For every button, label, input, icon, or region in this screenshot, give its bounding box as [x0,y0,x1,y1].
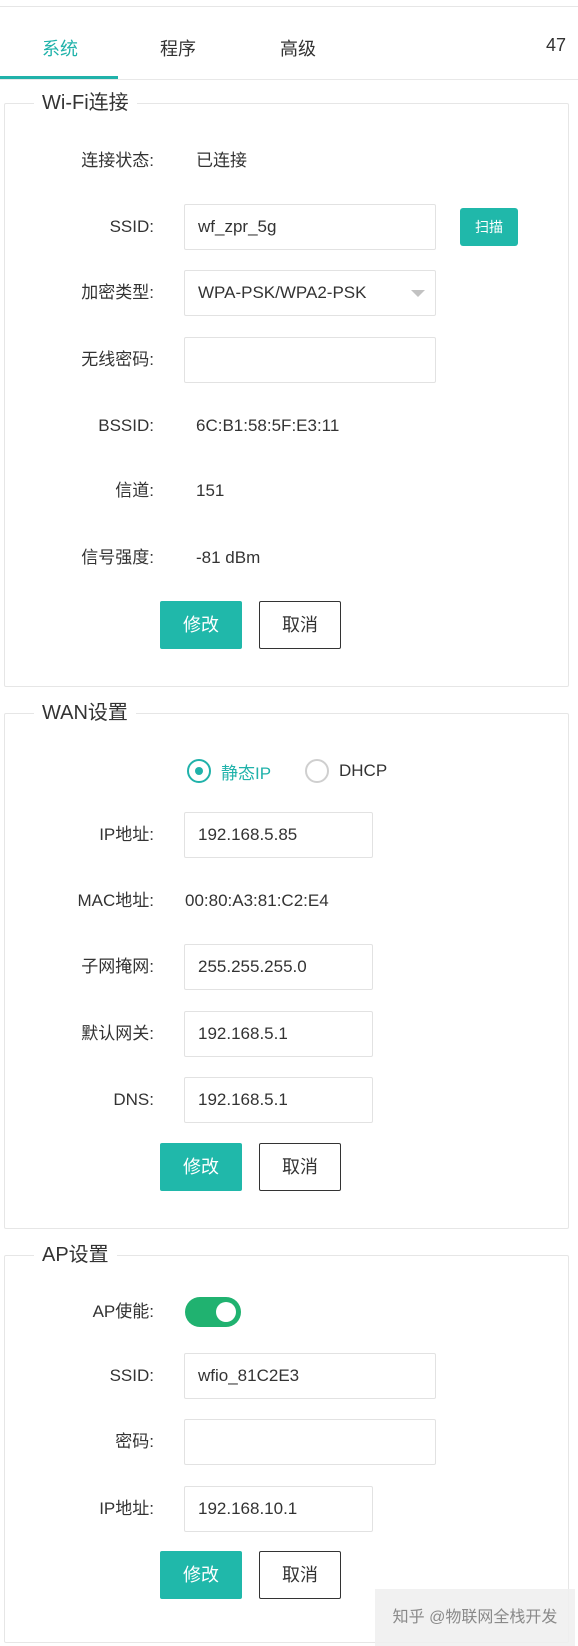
ap-enable-label: AP使能: [92,1302,154,1321]
encryption-label: 加密类型: [81,283,154,302]
mac-label: MAC地址: [77,891,155,910]
encryption-selected-value: WPA-PSK/WPA2-PSK [198,283,367,302]
dns-label: DNS: [113,1090,154,1109]
wan-cancel-button[interactable]: 取消 [259,1143,341,1191]
wifi-card: Wi-Fi连接 [4,91,569,687]
bssid-label: BSSID: [98,416,154,435]
bssid-value: 6C:B1:58:5F:E3:11 [196,416,340,435]
ap-password-input[interactable] [184,1419,436,1465]
tab-system[interactable]: 系统 [42,35,78,61]
ap-card-title: AP设置 [42,1244,109,1266]
wan-submit-button[interactable]: 修改 [160,1143,242,1191]
ap-cancel-button[interactable]: 取消 [259,1551,341,1599]
radio-dhcp[interactable]: DHCP [305,757,387,785]
mac-value: 00:80:A3:81:C2:E4 [185,891,329,910]
radio-unchecked-icon [305,759,329,783]
wifi-password-label: 无线密码: [81,350,154,369]
tab-program[interactable]: 程序 [160,35,196,61]
dns-input[interactable]: 192.168.5.1 [184,1077,373,1123]
wifi-card-title: Wi-Fi连接 [42,92,129,114]
gateway-input[interactable]: 192.168.5.1 [184,1011,373,1057]
ap-submit-button[interactable]: 修改 [160,1551,242,1599]
wifi-ssid-label: SSID: [109,217,154,236]
tab-count: 47 [545,35,566,55]
wifi-status-value: 已连接 [196,151,247,170]
channel-label: 信道: [115,481,154,500]
ap-password-label: 密码: [115,1432,154,1451]
wifi-ssid-input[interactable]: wf_zpr_5g [184,204,436,250]
ap-ssid-label: SSID: [109,1366,154,1385]
chevron-down-icon [411,290,425,297]
radio-dhcp-label: DHCP [339,761,388,780]
tab-bar: 系统 程序 高级 47 [0,7,578,80]
ap-ip-input[interactable]: 192.168.10.1 [184,1486,373,1532]
watermark: 知乎 @物联网全栈开发 [375,1589,575,1646]
wan-ip-label: IP地址: [99,825,154,844]
ap-ssid-input[interactable]: wfio_81C2E3 [184,1353,436,1399]
radio-static-ip[interactable]: 静态IP [187,757,271,785]
toggle-knob [216,1302,236,1322]
tab-advanced[interactable]: 高级 [280,35,316,61]
subnet-input[interactable]: 255.255.255.0 [184,944,373,990]
wan-card-title: WAN设置 [42,702,128,724]
top-border [0,0,578,7]
signal-label: 信号强度: [81,548,154,567]
wifi-status-label: 连接状态: [81,151,154,170]
gateway-label: 默认网关: [81,1024,154,1043]
ap-ip-label: IP地址: [99,1499,154,1518]
subnet-label: 子网掩网: [81,957,154,976]
wifi-submit-button[interactable]: 修改 [160,601,242,649]
channel-value: 151 [196,481,225,500]
radio-checked-icon [187,759,211,783]
ap-enable-toggle[interactable] [185,1297,241,1327]
wifi-password-input[interactable] [184,337,436,383]
scan-button[interactable]: 扫描 [460,208,518,246]
radio-static-ip-label: 静态IP [221,763,272,783]
encryption-select[interactable]: WPA-PSK/WPA2-PSK [184,270,436,316]
signal-value: -81 dBm [196,548,261,567]
active-tab-indicator [0,76,118,79]
wifi-cancel-button[interactable]: 取消 [259,601,341,649]
wan-ip-input[interactable]: 192.168.5.85 [184,812,373,858]
